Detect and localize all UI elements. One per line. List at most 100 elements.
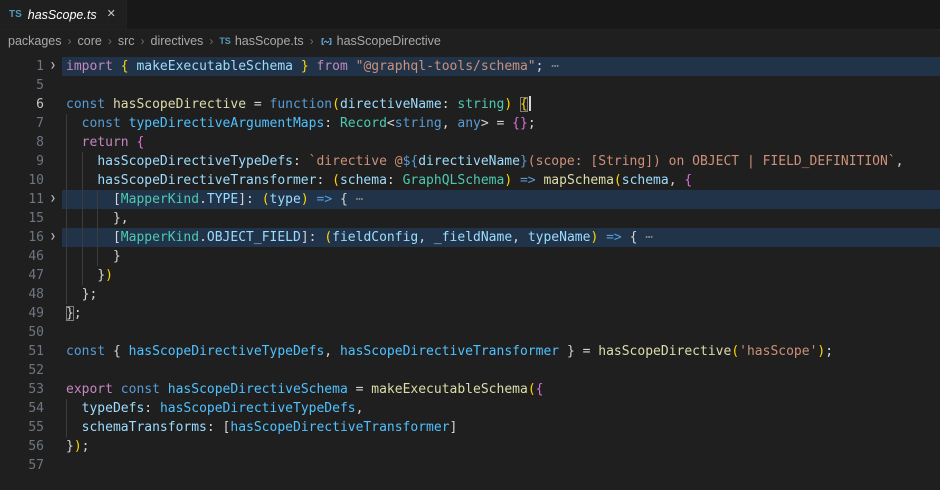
line-number[interactable]: 48 bbox=[0, 285, 44, 304]
code-line[interactable]: }; bbox=[62, 285, 940, 304]
code-token: ; bbox=[825, 344, 833, 359]
indent-guide bbox=[82, 247, 83, 266]
code-line[interactable]: } bbox=[62, 247, 940, 266]
line-number[interactable]: 46 bbox=[0, 247, 44, 266]
line-number[interactable]: 50 bbox=[0, 323, 44, 342]
text-cursor bbox=[529, 96, 531, 111]
indent-guide bbox=[97, 190, 98, 209]
code-token: } bbox=[520, 154, 528, 169]
breadcrumb-item[interactable]: hasScopeDirective bbox=[320, 34, 441, 48]
code-token: OBJECT_FIELD bbox=[207, 230, 301, 245]
code-line[interactable]: const typeDirectiveArgumentMaps: Record<… bbox=[62, 114, 940, 133]
line-number[interactable]: 55 bbox=[0, 418, 44, 437]
code-token: MapperKind bbox=[121, 192, 199, 207]
fold-chevron-icon[interactable]: ❯ bbox=[44, 228, 62, 247]
code-line[interactable] bbox=[62, 456, 940, 475]
code-token: ) bbox=[504, 173, 512, 188]
code-line[interactable] bbox=[62, 323, 940, 342]
breadcrumb-item[interactable]: directives bbox=[151, 34, 204, 48]
fold-chevron-icon[interactable]: ❯ bbox=[44, 57, 62, 76]
gutter: 50 bbox=[0, 323, 62, 342]
code-line[interactable]: return { bbox=[62, 133, 940, 152]
code-line[interactable] bbox=[62, 361, 940, 380]
line-number[interactable]: 57 bbox=[0, 456, 44, 475]
line-number[interactable]: 15 bbox=[0, 209, 44, 228]
code-token: MapperKind bbox=[121, 230, 199, 245]
code-token: function bbox=[270, 97, 333, 112]
code-line[interactable]: [MapperKind.TYPE]: (type) => { ⋯ bbox=[62, 190, 940, 209]
code-line[interactable]: }) bbox=[62, 266, 940, 285]
code-line[interactable]: import { makeExecutableSchema } from "@g… bbox=[62, 57, 940, 76]
breadcrumb-item[interactable]: core bbox=[78, 34, 102, 48]
line-number[interactable]: 16 bbox=[0, 228, 44, 247]
code-line[interactable] bbox=[62, 76, 940, 95]
code-token: } bbox=[66, 306, 74, 321]
code-token: , bbox=[356, 401, 364, 416]
indent-guide bbox=[66, 266, 67, 285]
code-line[interactable]: hasScopeDirectiveTypeDefs: `directive @$… bbox=[62, 152, 940, 171]
line-number[interactable]: 6 bbox=[0, 95, 44, 114]
line-number[interactable]: 5 bbox=[0, 76, 44, 95]
code-line[interactable]: const hasScopeDirective = function(direc… bbox=[62, 95, 940, 114]
gutter: 6 bbox=[0, 95, 62, 114]
indent-guide bbox=[66, 209, 67, 228]
indent-guide bbox=[66, 190, 67, 209]
line-number[interactable]: 8 bbox=[0, 133, 44, 152]
code-token: {} bbox=[512, 116, 528, 131]
line-number[interactable]: 7 bbox=[0, 114, 44, 133]
code-token: } bbox=[113, 249, 121, 264]
line-number[interactable]: 47 bbox=[0, 266, 44, 285]
code-line[interactable]: [MapperKind.OBJECT_FIELD]: (fieldConfig,… bbox=[62, 228, 940, 247]
code-token: return bbox=[82, 135, 129, 150]
line-number[interactable]: 56 bbox=[0, 437, 44, 456]
code-token: fieldConfig bbox=[332, 230, 418, 245]
code-token bbox=[66, 116, 82, 131]
indent-guide bbox=[66, 285, 67, 304]
breadcrumb-item[interactable]: src bbox=[118, 34, 135, 48]
code-token: : bbox=[293, 154, 309, 169]
code-token: { bbox=[630, 230, 646, 245]
line-number[interactable]: 11 bbox=[0, 190, 44, 209]
code-line[interactable]: export const hasScopeDirectiveSchema = m… bbox=[62, 380, 940, 399]
code-token bbox=[105, 344, 113, 359]
code-line[interactable]: }, bbox=[62, 209, 940, 228]
code-token: Record bbox=[340, 116, 387, 131]
line-number[interactable]: 1 bbox=[0, 57, 44, 76]
code-line[interactable]: schemaTransforms: [hasScopeDirectiveTran… bbox=[62, 418, 940, 437]
editor-row: 54 typeDefs: hasScopeDirectiveTypeDefs, bbox=[0, 399, 940, 418]
indent-guide bbox=[66, 133, 67, 152]
code-token: ( bbox=[324, 230, 332, 245]
tab-hasscope[interactable]: TS hasScope.ts ✕ bbox=[0, 0, 127, 29]
code-line[interactable]: }; bbox=[62, 304, 940, 323]
code-token: ${ bbox=[403, 154, 419, 169]
code-line[interactable]: typeDefs: hasScopeDirectiveTypeDefs, bbox=[62, 399, 940, 418]
indent-guide bbox=[66, 399, 67, 418]
code-line[interactable]: }); bbox=[62, 437, 940, 456]
code-token: => bbox=[606, 230, 622, 245]
breadcrumb-item[interactable]: packages bbox=[8, 34, 62, 48]
code-token: makeExecutableSchema bbox=[136, 59, 293, 74]
line-number[interactable]: 51 bbox=[0, 342, 44, 361]
code-line[interactable]: hasScopeDirectiveTransformer: (schema: G… bbox=[62, 171, 940, 190]
fold-chevron-icon[interactable]: ❯ bbox=[44, 190, 62, 209]
code-token: : bbox=[442, 97, 458, 112]
line-number[interactable]: 49 bbox=[0, 304, 44, 323]
code-token bbox=[66, 401, 82, 416]
line-number[interactable]: 10 bbox=[0, 171, 44, 190]
line-number[interactable]: 9 bbox=[0, 152, 44, 171]
breadcrumb-label: hasScopeDirective bbox=[337, 34, 441, 48]
code-token: directiveName bbox=[418, 154, 520, 169]
line-number[interactable]: 53 bbox=[0, 380, 44, 399]
close-icon[interactable]: ✕ bbox=[107, 9, 116, 20]
breadcrumb-item[interactable]: TShasScope.ts bbox=[219, 34, 303, 48]
fold-gutter-space bbox=[44, 114, 62, 133]
indent-guide bbox=[82, 190, 83, 209]
symbol-variable-icon bbox=[320, 35, 337, 48]
line-number[interactable]: 54 bbox=[0, 399, 44, 418]
line-number[interactable]: 52 bbox=[0, 361, 44, 380]
code-editor[interactable]: 1❯import { makeExecutableSchema } from "… bbox=[0, 52, 940, 475]
code-token bbox=[348, 59, 356, 74]
code-line[interactable]: const { hasScopeDirectiveTypeDefs, hasSc… bbox=[62, 342, 940, 361]
indent-guide bbox=[66, 247, 67, 266]
code-token: const bbox=[66, 344, 105, 359]
